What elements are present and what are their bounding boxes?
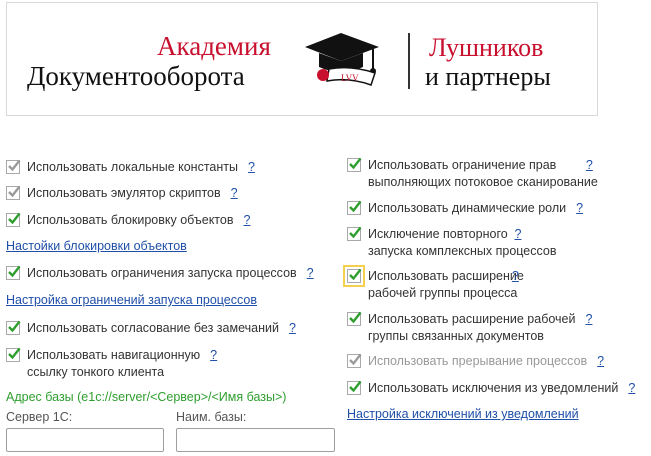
process-interruption-help[interactable]: ? xyxy=(597,353,604,370)
option-notification-exclusions[interactable]: Использовать исключения из уведомлений ? xyxy=(347,380,635,397)
workgroup-extension-checkbox[interactable] xyxy=(343,265,365,287)
checkmark-icon xyxy=(8,320,21,333)
process-interruption-label: Использовать прерывание процессов xyxy=(368,354,588,368)
approval-no-remarks-checkbox[interactable] xyxy=(6,320,21,335)
checkmark-icon xyxy=(349,226,362,239)
object-locking-label: Использовать блокировку объектов xyxy=(27,213,234,227)
workgroup-extension-line1: Использовать расширение xyxy=(368,269,524,283)
server-input[interactable] xyxy=(6,428,164,452)
repeat-launch-exclusion-label: Исключение повторного запуска комплексны… xyxy=(368,226,557,260)
repeat-launch-exclusion-line1: Исключение повторного xyxy=(368,227,508,241)
repeat-launch-exclusion-line2: запуска комплексных процессов xyxy=(368,244,557,258)
option-process-launch-limits[interactable]: Использовать ограничения запуска процесс… xyxy=(6,265,314,282)
workgroup-extension-label: Использовать расширение рабочей группы п… xyxy=(368,268,524,302)
emblem-text: LVV xyxy=(341,73,359,83)
banner-partner-line2: и партнеры xyxy=(425,62,551,91)
process-launch-limits-help[interactable]: ? xyxy=(307,265,314,282)
checkmark-icon xyxy=(8,347,21,360)
nav-link-thin-client-line2: ссылку тонкого клиента xyxy=(27,365,165,379)
process-launch-limits-label: Использовать ограничения запуска процесс… xyxy=(27,266,297,280)
checkmark-icon xyxy=(349,311,362,324)
dynamic-roles-checkbox[interactable] xyxy=(347,200,362,215)
option-local-constants[interactable]: Использовать локальные константы ? xyxy=(6,159,255,176)
nav-link-thin-client-help[interactable]: ? xyxy=(210,347,217,364)
option-script-emulator[interactable]: Использовать эмулятор скриптов ? xyxy=(6,185,238,202)
base-address-hint: Адрес базы (e1c://server/<Сервер>/<Имя б… xyxy=(6,390,287,404)
notification-exclusions-link[interactable]: Настройка исключений из уведомлений xyxy=(347,406,579,422)
checkmark-icon xyxy=(349,200,362,213)
related-docs-workgroup-line2: группы связанных документов xyxy=(368,329,544,343)
notification-exclusions-checkbox[interactable] xyxy=(347,380,362,395)
repeat-launch-exclusion-checkbox[interactable] xyxy=(347,226,362,241)
option-process-interruption[interactable]: Использовать прерывание процессов ? xyxy=(347,353,604,370)
graduation-cap-icon: LVV xyxy=(305,33,379,86)
checkmark-icon xyxy=(8,265,21,278)
process-launch-limits-checkbox[interactable] xyxy=(6,265,21,280)
local-constants-help[interactable]: ? xyxy=(248,159,255,176)
checkmark-icon xyxy=(349,157,362,170)
banner-docflow-text: Документооборота xyxy=(27,61,245,91)
option-related-docs-workgroup[interactable]: Использовать расширение рабочей группы с… xyxy=(347,311,592,345)
option-approval-no-remarks[interactable]: Использовать согласование без замечаний … xyxy=(6,320,296,337)
stream-scan-limit-help[interactable]: ? xyxy=(586,157,593,174)
repeat-launch-exclusion-help[interactable]: ? xyxy=(515,226,522,243)
option-dynamic-roles[interactable]: Использовать динамические роли ? xyxy=(347,200,583,217)
related-docs-workgroup-line1: Использовать расширение рабочей xyxy=(368,312,576,326)
nav-link-thin-client-label: Использовать навигационную ссылку тонког… xyxy=(27,347,200,381)
local-constants-checkbox[interactable] xyxy=(6,159,21,174)
stream-scan-limit-line2: выполняющих потоковое сканирование xyxy=(368,175,598,189)
banner-academy-text: Академия xyxy=(157,31,271,61)
nav-link-thin-client-checkbox[interactable] xyxy=(6,347,21,362)
locking-settings-link[interactable]: Настойки блокировки объектов xyxy=(6,238,187,254)
approval-no-remarks-label: Использовать согласование без замечаний xyxy=(27,321,279,335)
process-interruption-checkbox[interactable] xyxy=(347,353,362,368)
stream-scan-limit-label: Использовать ограничение прав выполняющи… xyxy=(368,157,598,191)
stream-scan-limit-line1: Использовать ограничение прав xyxy=(368,158,557,172)
workgroup-extension-help[interactable]: ? xyxy=(512,268,519,285)
banner-partner-line1: Лушников xyxy=(429,33,544,62)
base-name-input[interactable] xyxy=(176,428,335,452)
dynamic-roles-label: Использовать динамические роли xyxy=(368,201,567,215)
nav-link-thin-client-line1: Использовать навигационную xyxy=(27,348,201,362)
local-constants-label: Использовать локальные константы xyxy=(27,160,238,174)
option-workgroup-extension[interactable]: Использовать расширение рабочей группы п… xyxy=(343,265,524,302)
brand-banner: Академия Документооборота LVV Лушников и… xyxy=(6,2,598,116)
script-emulator-checkbox[interactable] xyxy=(6,185,21,200)
script-emulator-help[interactable]: ? xyxy=(231,185,238,202)
checkmark-icon xyxy=(349,268,362,281)
notification-exclusions-help[interactable]: ? xyxy=(628,380,635,397)
dynamic-roles-help[interactable]: ? xyxy=(576,200,583,217)
checkmark-icon xyxy=(8,159,21,172)
checkmark-icon xyxy=(349,353,362,366)
script-emulator-label: Использовать эмулятор скриптов xyxy=(27,186,221,200)
stream-scan-limit-checkbox[interactable] xyxy=(347,157,362,172)
banner-divider xyxy=(408,33,410,89)
option-object-locking[interactable]: Использовать блокировку объектов ? xyxy=(6,212,250,229)
related-docs-workgroup-help[interactable]: ? xyxy=(585,311,592,328)
base-name-label: Наим. базы: xyxy=(176,410,247,424)
related-docs-workgroup-label: Использовать расширение рабочей группы с… xyxy=(368,311,575,345)
option-nav-link-thin-client[interactable]: Использовать навигационную ссылку тонког… xyxy=(6,347,217,381)
object-locking-help[interactable]: ? xyxy=(243,212,250,229)
approval-no-remarks-help[interactable]: ? xyxy=(289,320,296,337)
related-docs-workgroup-checkbox[interactable] xyxy=(347,311,362,326)
option-repeat-launch-exclusion[interactable]: Исключение повторного запуска комплексны… xyxy=(347,226,557,260)
option-stream-scan-limit[interactable]: Использовать ограничение прав выполняющи… xyxy=(347,157,598,191)
object-locking-checkbox[interactable] xyxy=(6,212,21,227)
checkmark-icon xyxy=(8,212,21,225)
launch-limits-settings-link[interactable]: Настройка ограничений запуска процессов xyxy=(6,292,257,308)
server-label: Сервер 1С: xyxy=(6,410,73,424)
checkmark-icon xyxy=(349,380,362,393)
workgroup-extension-line2: рабочей группы процесса xyxy=(368,286,518,300)
notification-exclusions-label: Использовать исключения из уведомлений xyxy=(368,381,619,395)
checkmark-icon xyxy=(8,185,21,198)
